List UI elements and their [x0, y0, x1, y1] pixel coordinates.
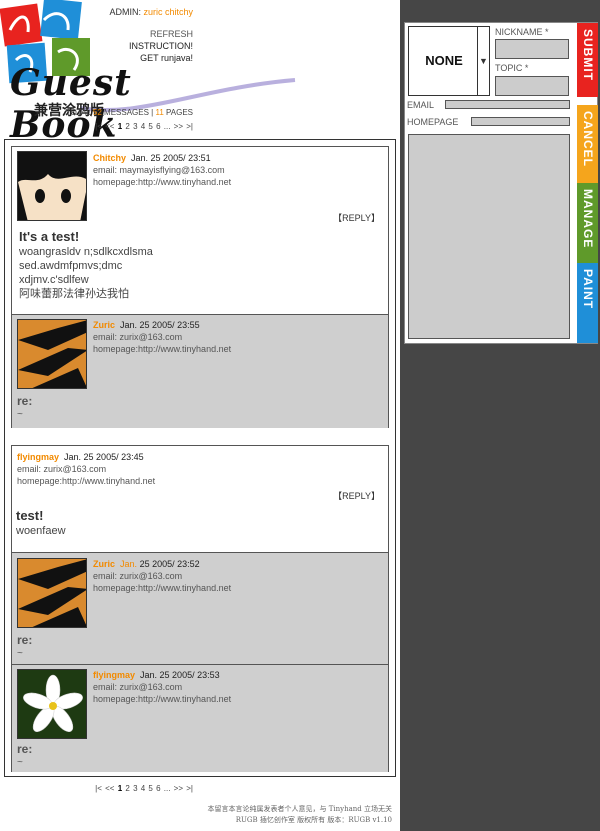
- reply-email[interactable]: email: zurix@163.com: [93, 681, 231, 693]
- nickname-input[interactable]: [495, 39, 569, 59]
- zuric-avatar-icon: [18, 559, 86, 627]
- reply-body: ~: [17, 648, 23, 659]
- post-email[interactable]: email: maymayisflying@163.com: [93, 164, 231, 176]
- reply-body: ~: [17, 409, 23, 420]
- messages-container: Chitchy Jan. 25 2005/ 23:51 email: mayma…: [4, 139, 396, 777]
- manage-button[interactable]: MANAGE: [577, 183, 598, 263]
- reply-nickname[interactable]: flyingmay: [93, 670, 135, 680]
- topic-input[interactable]: [495, 76, 569, 96]
- post-meta: Chitchy Jan. 25 2005/ 23:51 email: mayma…: [93, 152, 231, 188]
- post-form-panel: NONE ▼ NICKNAME * TOPIC * EMAIL HOMEPAGE…: [404, 22, 598, 344]
- post-homepage[interactable]: homepage:http://www.tinyhand.net: [93, 176, 231, 188]
- admin-names[interactable]: zuric chitchy: [143, 7, 193, 17]
- get-runjava-link[interactable]: GET runjava!: [129, 52, 193, 64]
- email-label: EMAIL: [407, 100, 435, 110]
- paint-button[interactable]: PAINT: [577, 263, 598, 343]
- refresh-link[interactable]: REFRESH: [129, 28, 193, 40]
- instruction-link[interactable]: INSTRUCTION!: [129, 40, 193, 52]
- reply-homepage[interactable]: homepage:http://www.tinyhand.net: [93, 343, 231, 355]
- avatar-select[interactable]: NONE ▼: [408, 26, 490, 96]
- message-post: Chitchy Jan. 25 2005/ 23:51 email: mayma…: [11, 146, 389, 428]
- reply-label: re:: [17, 633, 33, 647]
- post-date: Jan. 25 2005/ 23:45: [64, 452, 144, 462]
- guestbook-page: Guest Book 兼营涂鸦版 ADMIN: zuric chitchy RE…: [0, 0, 400, 831]
- avatar: [17, 151, 87, 221]
- avatar-select-value: NONE: [425, 53, 463, 68]
- post-nickname[interactable]: Chitchy: [93, 153, 126, 163]
- nickname-label: NICKNAME *: [495, 27, 549, 37]
- chitchy-avatar-icon: [18, 152, 86, 220]
- avatar: [17, 669, 87, 739]
- post-homepage[interactable]: homepage:http://www.tinyhand.net: [17, 475, 155, 487]
- post-nickname[interactable]: flyingmay: [17, 452, 59, 462]
- reply-button[interactable]: 【REPLY】: [333, 211, 380, 224]
- reply-meta: Zuric Jan. 25 2005/ 23:52 email: zurix@1…: [93, 559, 232, 594]
- reply-label: re:: [17, 742, 33, 756]
- dropdown-arrow-icon[interactable]: ▼: [477, 27, 489, 95]
- cancel-button[interactable]: CANCEL: [577, 105, 598, 183]
- reply-item: Zuric Jan. 25 2005/ 23:52 email: zurix@1…: [12, 552, 388, 664]
- reply-homepage[interactable]: homepage:http://www.tinyhand.net: [93, 693, 231, 705]
- homepage-input[interactable]: [471, 117, 570, 126]
- reply-meta: flyingmay Jan. 25 2005/ 23:53 email: zur…: [93, 670, 232, 705]
- reply-nickname[interactable]: Zuric: [93, 320, 115, 330]
- avatar: [17, 319, 87, 389]
- admin-line: ADMIN: zuric chitchy: [109, 7, 193, 17]
- post-topic: It's a test!: [19, 229, 80, 244]
- avatar: [17, 558, 87, 628]
- post-body: woenfaew: [16, 525, 66, 537]
- reply-label: re:: [17, 394, 33, 408]
- homepage-label: HOMEPAGE: [407, 117, 459, 127]
- pager-bottom[interactable]: |< << 1 2 3 4 5 6 ... >> >|: [95, 784, 193, 793]
- reply-homepage[interactable]: homepage:http://www.tinyhand.net: [93, 582, 231, 594]
- post-body: woangrasldv n;sdlkcxdlsma sed.awdmfpmvs;…: [19, 246, 153, 300]
- post-email[interactable]: email: zurix@163.com: [17, 463, 155, 475]
- flower-avatar-icon: [18, 670, 86, 738]
- reply-email[interactable]: email: zurix@163.com: [93, 570, 231, 582]
- message-post: flyingmay Jan. 25 2005/ 23:45 email: zur…: [11, 445, 389, 772]
- email-input[interactable]: [445, 100, 570, 109]
- post-topic: test!: [16, 508, 44, 523]
- topic-label: TOPIC *: [495, 63, 529, 73]
- reply-button[interactable]: 【REPLY】: [333, 489, 380, 502]
- post-date: Jan. 25 2005/ 23:51: [131, 153, 211, 163]
- footer: 本留言本言论纯属发表者个人意见，与 Tinyhand 立场无关 RUGB 插忆创…: [207, 805, 393, 824]
- message-textarea[interactable]: [408, 134, 570, 339]
- reply-email[interactable]: email: zurix@163.com: [93, 331, 231, 343]
- message-stats: TOTAL 52 MESSAGES | 11 PAGES: [65, 108, 193, 117]
- zuric-avatar-icon: [18, 320, 86, 388]
- reply-item: Zuric Jan. 25 2005/ 23:55 email: zurix@1…: [12, 314, 388, 428]
- reply-item: flyingmay Jan. 25 2005/ 23:53 email: zur…: [12, 664, 388, 772]
- submit-button[interactable]: SUBMIT: [577, 23, 598, 97]
- pager-top[interactable]: |< << 1 2 3 4 5 6 ... >> >|: [95, 122, 193, 131]
- reply-body: ~: [17, 757, 23, 768]
- reply-meta: Zuric Jan. 25 2005/ 23:55 email: zurix@1…: [93, 320, 232, 355]
- post-meta: flyingmay Jan. 25 2005/ 23:45 email: zur…: [17, 451, 155, 487]
- top-links: REFRESH INSTRUCTION! GET runjava!: [129, 28, 193, 64]
- reply-nickname[interactable]: Zuric: [93, 559, 115, 569]
